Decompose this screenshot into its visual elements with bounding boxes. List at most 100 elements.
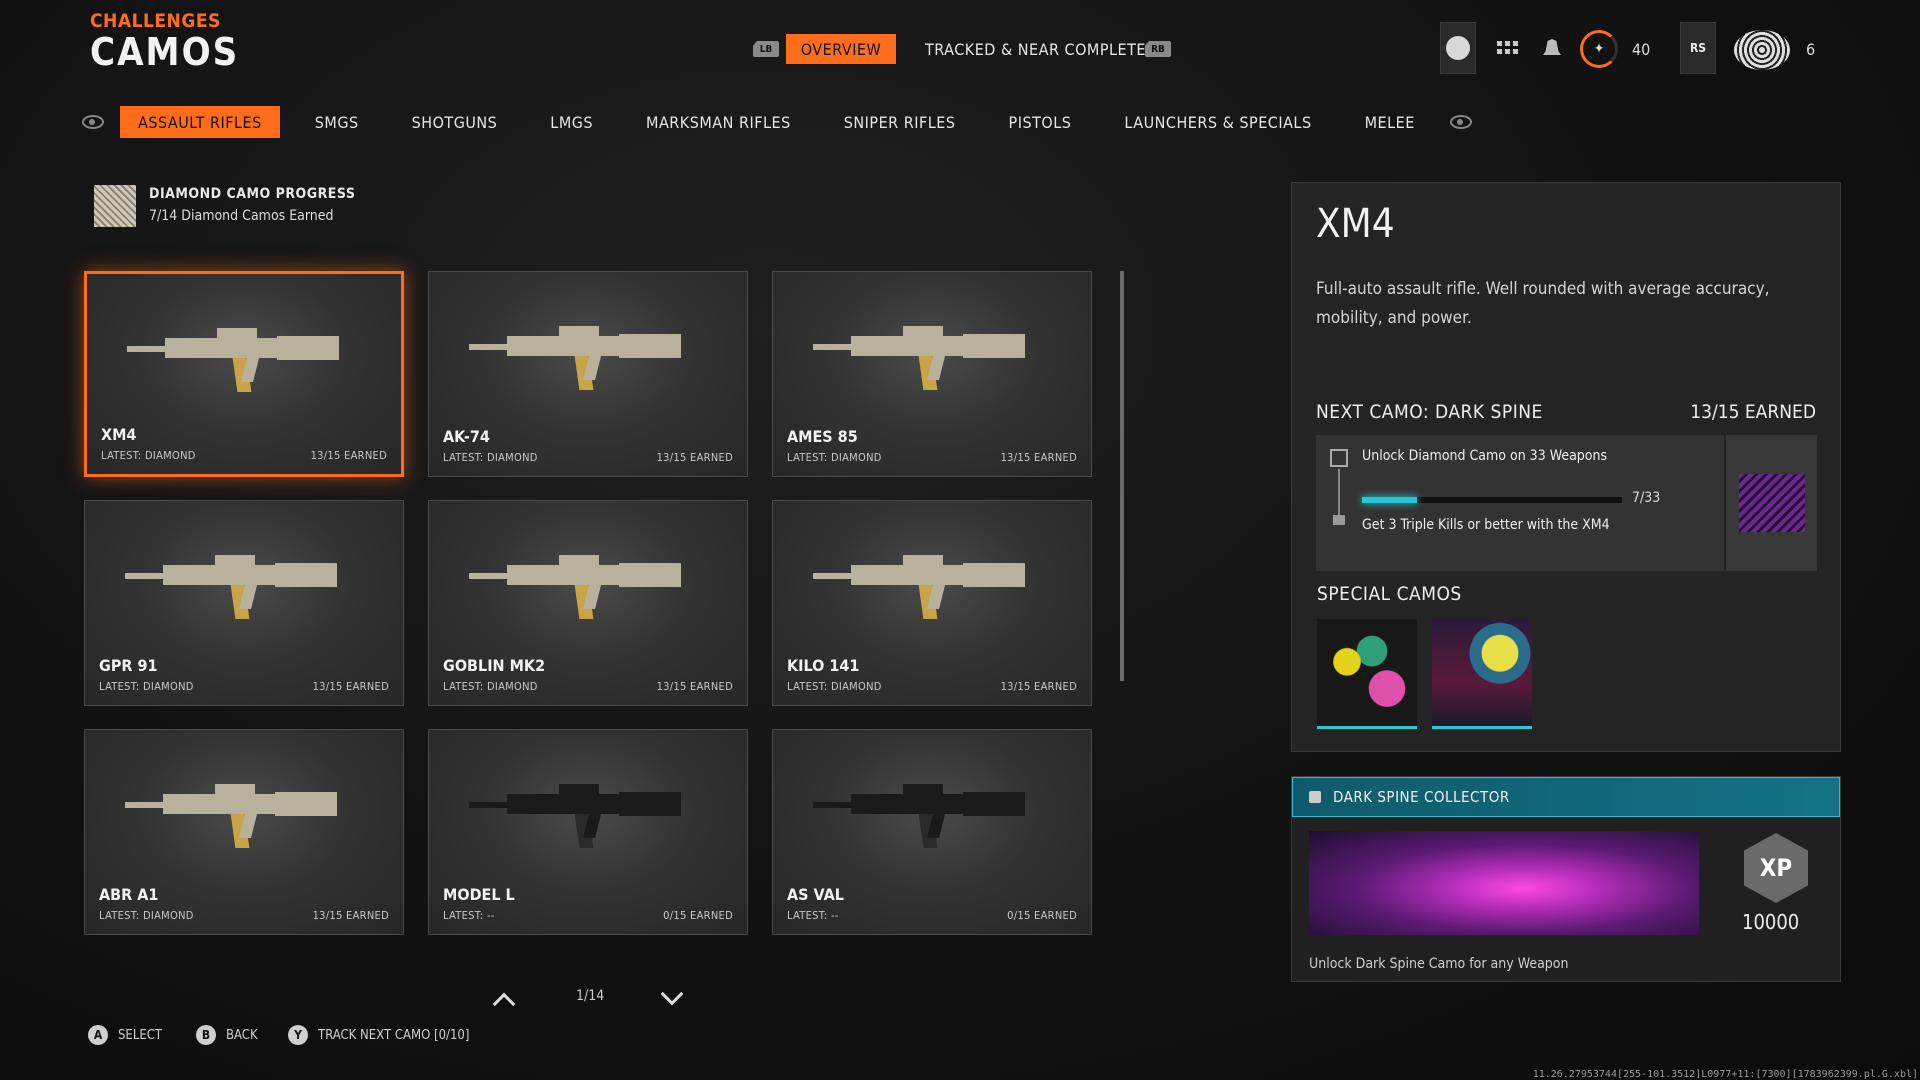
prestige-count: 6 (1806, 40, 1816, 59)
lock-icon (1309, 791, 1321, 803)
select-label: SELECT (118, 1027, 163, 1043)
weapon-camos-earned: 13/15 EARNED (312, 680, 389, 693)
weapon-name: AS VAL (787, 885, 844, 904)
page-title: CAMOS (90, 30, 240, 74)
special-camo-2[interactable] (1432, 619, 1532, 729)
header-subtitle: CHALLENGES (90, 10, 221, 32)
lb-bumper-icon[interactable]: LB (753, 41, 779, 57)
weapon-name: GPR 91 (99, 656, 158, 675)
rank-number: 40 (1632, 40, 1651, 59)
weapon-name: KILO 141 (787, 656, 860, 675)
rb-bumper-icon[interactable]: RB (1145, 41, 1171, 57)
tab-melee[interactable]: MELEE (1347, 106, 1433, 138)
weapon-card[interactable]: GOBLIN MK2 LATEST: DIAMOND 13/15 EARNED (428, 500, 748, 706)
weapon-camos-earned: 0/15 EARNED (663, 909, 733, 922)
weapon-image-icon (813, 326, 1025, 390)
menu-icon (1446, 36, 1470, 60)
challenge-connector (1338, 469, 1340, 515)
weapon-name: AMES 85 (787, 427, 858, 446)
challenge-1-text: Unlock Diamond Camo on 33 Weapons (1362, 448, 1608, 464)
weapon-latest-camo: LATEST: -- (787, 909, 839, 922)
collector-description: Unlock Dark Spine Camo for any Weapon (1309, 956, 1569, 972)
special-camo-1[interactable] (1317, 619, 1417, 729)
tab-marksman-rifles[interactable]: MARKSMAN RIFLES (628, 106, 809, 138)
weapon-camos-earned: 0/15 EARNED (1007, 909, 1077, 922)
back-label: BACK (226, 1027, 258, 1043)
select-button[interactable]: A SELECT (88, 1025, 162, 1045)
build-string: 11.26.27953744[255-101.3512]L0977+11:[73… (1532, 1069, 1918, 1080)
weapon-image-icon (469, 784, 681, 848)
page-down-icon[interactable] (660, 982, 684, 1006)
weapon-name: XM4 (101, 425, 137, 444)
diamond-camo-thumbnail (94, 185, 136, 227)
weapon-image-icon (813, 784, 1025, 848)
tab-smgs[interactable]: SMGS (297, 106, 377, 138)
tab-shotguns[interactable]: SHOTGUNS (394, 106, 516, 138)
diamond-progress-title: DIAMOND CAMO PROGRESS (149, 186, 356, 202)
y-button-icon: Y (288, 1025, 308, 1045)
weapon-card[interactable]: AK-74 LATEST: DIAMOND 13/15 EARNED (428, 271, 748, 477)
weapon-card[interactable]: ABR A1 LATEST: DIAMOND 13/15 EARNED (84, 729, 404, 935)
diamond-progress-count: 7/14 Diamond Camos Earned (149, 208, 334, 224)
weapon-detail-title: XM4 (1316, 201, 1395, 247)
prestige-emblem-icon (1734, 30, 1790, 70)
weapon-card[interactable]: MODEL L LATEST: -- 0/15 EARNED (428, 729, 748, 935)
weapon-image-icon (469, 555, 681, 619)
xp-badge-icon: XP (1744, 833, 1808, 903)
weapon-camos-earned: 13/15 EARNED (656, 680, 733, 693)
b-button-icon: B (196, 1025, 216, 1045)
weapon-latest-camo: LATEST: DIAMOND (99, 680, 194, 693)
grid-scrollbar[interactable] (1120, 271, 1124, 681)
next-camo-challenge[interactable]: Unlock Diamond Camo on 33 Weapons 7/33 G… (1316, 435, 1724, 571)
weapon-image-icon (125, 555, 337, 619)
weapon-camos-earned: 13/15 EARNED (1000, 680, 1077, 693)
challenge-progress-fill (1362, 497, 1418, 503)
weapon-camos-earned: 13/15 EARNED (310, 449, 387, 462)
weapon-latest-camo: LATEST: DIAMOND (99, 909, 194, 922)
prev-category-icon[interactable] (82, 115, 104, 129)
menu-button[interactable] (1440, 22, 1476, 74)
weapon-camos-earned: 13/15 EARNED (312, 909, 389, 922)
weapon-card[interactable]: AS VAL LATEST: -- 0/15 EARNED (772, 729, 1092, 935)
challenge-lock-icon (1333, 515, 1345, 525)
weapon-card[interactable]: AMES 85 LATEST: DIAMOND 13/15 EARNED (772, 271, 1092, 477)
rank-emblem-icon: ✦ (1580, 30, 1618, 68)
weapon-latest-camo: LATEST: DIAMOND (443, 680, 538, 693)
rs-button[interactable]: RS (1680, 22, 1716, 74)
weapon-camos-earned: 13/15 EARNED (656, 451, 733, 464)
dark-spine-camo-preview[interactable] (1726, 435, 1817, 571)
tab-pistols[interactable]: PISTOLS (991, 106, 1090, 138)
weapon-card[interactable]: GPR 91 LATEST: DIAMOND 13/15 EARNED (84, 500, 404, 706)
tab-tracked-near-complete[interactable]: TRACKED & NEAR COMPLETE (925, 34, 1146, 64)
apps-grid-icon[interactable] (1497, 41, 1518, 54)
weapon-image-icon (125, 784, 337, 848)
collector-panel: DARK SPINE COLLECTOR XP 10000 Unlock Dar… (1291, 776, 1841, 982)
weapon-camos-earned: 13/15 EARNED (1000, 451, 1077, 464)
weapon-card[interactable]: XM4 LATEST: DIAMOND 13/15 EARNED (84, 271, 404, 477)
next-camo-earned: 13/15 EARNED (1690, 401, 1816, 423)
tab-lmgs[interactable]: LMGS (532, 106, 611, 138)
next-category-icon[interactable] (1449, 115, 1472, 129)
weapon-name: ABR A1 (99, 885, 159, 904)
collector-xp-reward: 10000 (1742, 910, 1800, 934)
weapon-name: AK-74 (443, 427, 490, 446)
notification-bell-icon[interactable] (1543, 39, 1561, 55)
tab-sniper-rifles[interactable]: SNIPER RIFLES (826, 106, 974, 138)
tab-assault-rifles[interactable]: ASSAULT RIFLES (120, 106, 280, 138)
weapon-latest-camo: LATEST: DIAMOND (787, 680, 882, 693)
page-up-icon[interactable] (492, 992, 516, 1016)
tab-launchers-specials[interactable]: LAUNCHERS & SPECIALS (1106, 106, 1329, 138)
weapon-image-icon (127, 328, 339, 392)
collector-header[interactable]: DARK SPINE COLLECTOR (1292, 777, 1840, 817)
weapon-detail-panel: XM4 Full-auto assault rifle. Well rounde… (1291, 182, 1841, 752)
back-button[interactable]: B BACK (196, 1025, 258, 1045)
weapon-card[interactable]: KILO 141 LATEST: DIAMOND 13/15 EARNED (772, 500, 1092, 706)
weapon-latest-camo: LATEST: DIAMOND (443, 451, 538, 464)
collector-calling-card[interactable] (1309, 831, 1699, 935)
weapon-name: GOBLIN MK2 (443, 656, 546, 675)
challenge-checkbox (1330, 449, 1348, 467)
track-next-camo-button[interactable]: Y TRACK NEXT CAMO [0/10] (288, 1025, 469, 1045)
tab-overview[interactable]: OVERVIEW (786, 34, 896, 64)
weapon-latest-camo: LATEST: DIAMOND (787, 451, 882, 464)
weapon-description: Full-auto assault rifle. Well rounded wi… (1316, 279, 1770, 328)
